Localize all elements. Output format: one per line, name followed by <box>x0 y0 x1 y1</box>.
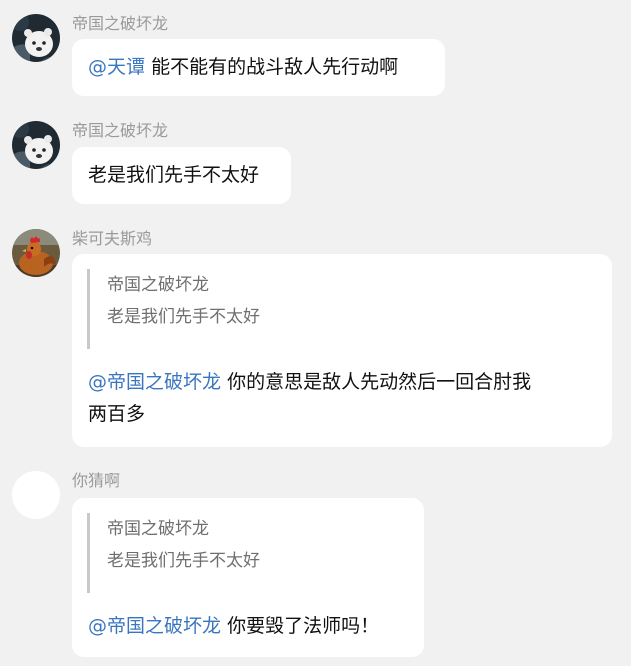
user-avatar[interactable] <box>12 14 60 62</box>
message-bubble[interactable]: 帝国之破坏龙 老是我们先手不太好 @帝国之破坏龙 你的意思是敌人先动然后一回合肘… <box>72 254 612 447</box>
message-bubble[interactable]: 帝国之破坏龙 老是我们先手不太好 @帝国之破坏龙 你要毁了法师吗！ <box>72 498 424 657</box>
rooster-avatar-icon <box>12 229 60 277</box>
quoted-message[interactable]: 帝国之破坏龙 老是我们先手不太好 <box>87 269 596 349</box>
sender-name[interactable]: 你猜啊 <box>72 469 120 493</box>
sender-name[interactable]: 柴可夫斯鸡 <box>72 227 152 251</box>
mention-link[interactable]: @帝国之破坏龙 <box>88 371 221 393</box>
message-text: 你的意思是敌人先动然后一回合肘我 <box>227 371 532 393</box>
message-bubble[interactable]: 老是我们先手不太好 <box>72 147 291 204</box>
quoted-sender: 帝国之破坏龙 <box>107 519 209 539</box>
sender-name[interactable]: 帝国之破坏龙 <box>72 119 168 143</box>
white-bear-avatar-icon <box>12 121 60 169</box>
message-text: 能不能有的战斗敌人先行动啊 <box>151 56 399 78</box>
quoted-text: 老是我们先手不太好 <box>107 551 260 571</box>
user-avatar[interactable] <box>12 229 60 277</box>
message-text: 你要毁了法师吗！ <box>227 615 380 637</box>
mention-link[interactable]: @天谭 <box>88 56 145 78</box>
mention-link[interactable]: @帝国之破坏龙 <box>88 615 221 637</box>
user-avatar[interactable] <box>12 121 60 169</box>
sender-name[interactable]: 帝国之破坏龙 <box>72 12 168 36</box>
message-bubble[interactable]: @天谭 能不能有的战斗敌人先行动啊 <box>72 39 445 96</box>
quoted-message[interactable]: 帝国之破坏龙 老是我们先手不太好 <box>87 513 408 593</box>
quoted-text: 老是我们先手不太好 <box>107 307 260 327</box>
message-text-continued: 两百多 <box>88 403 146 425</box>
blank-avatar-icon <box>12 471 60 519</box>
white-bear-avatar-icon <box>12 14 60 62</box>
quoted-sender: 帝国之破坏龙 <box>107 275 209 295</box>
message-text: 老是我们先手不太好 <box>88 164 260 186</box>
user-avatar[interactable] <box>12 471 60 519</box>
